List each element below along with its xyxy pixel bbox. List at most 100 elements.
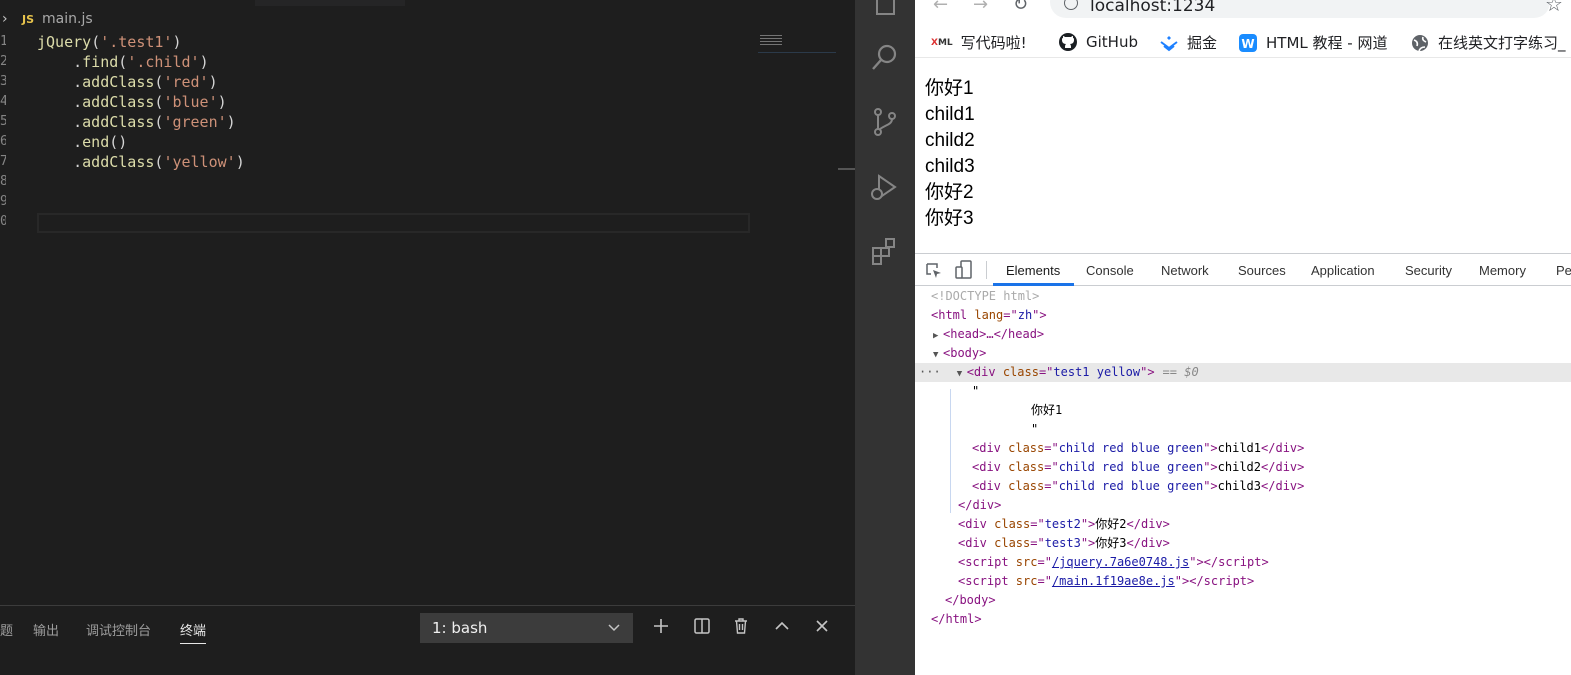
page-content: 你好1 child1 child2 child3 你好2 你好3 (925, 76, 975, 232)
code-line[interactable]: .addClass('yellow') (37, 152, 245, 172)
current-line-highlight (37, 213, 750, 233)
maximize-panel-icon[interactable] (770, 614, 794, 638)
page-text-line: 你好1 (925, 78, 974, 99)
page-text-line: child1 (925, 104, 975, 125)
tab-output[interactable]: 输出 (33, 620, 59, 639)
line-number: 0 (0, 214, 6, 229)
code-line[interactable]: .addClass('blue') (37, 92, 245, 112)
toolbar-divider (986, 261, 987, 279)
bookmark-item[interactable]: 掘金 (1159, 32, 1217, 53)
tab-network[interactable]: Network (1161, 263, 1209, 278)
activity-bar (855, 0, 915, 675)
dom-text-node[interactable]: 你好1 (915, 401, 1571, 420)
explorer-icon[interactable] (869, 0, 901, 18)
page-text-line: child2 (925, 130, 975, 151)
dom-node-head[interactable]: ▶ <head>…</head> (915, 325, 1571, 344)
split-terminal-icon[interactable] (690, 614, 714, 638)
run-debug-icon[interactable] (869, 171, 901, 203)
bookmark-label: HTML 教程 - 网道 (1266, 34, 1388, 52)
trash-icon[interactable] (729, 614, 753, 638)
globe-icon (1410, 33, 1430, 53)
dom-node-selected-div[interactable]: ··· ▼ <div class="test1 yellow"> == $0 (915, 363, 1571, 382)
dom-node-child-div[interactable]: <div class="child red blue green">child3… (915, 477, 1571, 496)
breadcrumb[interactable]: › JS main.js (0, 8, 93, 30)
terminal-select[interactable]: 1: bash (420, 613, 633, 643)
bookmarks-bar: X ML 写代码啦! GitHub 掘金 W HTML 教程 - 网道 在线英文… (915, 28, 1571, 58)
tab-sources[interactable]: Sources (1238, 263, 1286, 278)
breadcrumb-filename[interactable]: main.js (42, 11, 93, 27)
active-tab-indicator (993, 283, 1074, 286)
dom-node-div-close[interactable]: </div> (915, 496, 1571, 515)
tab-problems[interactable]: 题 (0, 620, 13, 639)
bookmark-item[interactable]: W HTML 教程 - 网道 (1238, 32, 1387, 53)
code-editor[interactable]: › JS main.js 1 2 3 4 5 6 7 8 9 0 jQuery('.test1')… (0, 0, 855, 605)
script-src-link[interactable]: /jquery.7a6e0748.js (1052, 555, 1189, 569)
dom-node-body[interactable]: ▼ <body> (915, 344, 1571, 363)
line-number: 6 (0, 134, 6, 149)
inspect-element-icon[interactable] (925, 262, 943, 284)
dom-text-quote: " (1031, 422, 1039, 436)
code-line[interactable]: .find('.child') (37, 52, 245, 72)
forward-icon[interactable]: → (973, 0, 988, 15)
page-text-line: child3 (925, 156, 975, 177)
bookmark-item[interactable]: GitHub (1058, 32, 1138, 52)
tab-elements[interactable]: Elements (1006, 263, 1060, 278)
tree-guide-line (950, 389, 951, 513)
dom-node-script[interactable]: <script src="/main.1f19ae8e.js"></script… (915, 572, 1571, 591)
line-number: 4 (0, 94, 6, 109)
code-area[interactable]: jQuery('.test1') .find('.child') .addCla… (37, 32, 245, 172)
address-bar-row: ← → ↻ localhost:1234 ☆ (915, 0, 1571, 20)
device-toolbar-icon[interactable] (955, 260, 973, 284)
dom-node-script[interactable]: <script src="/jquery.7a6e0748.js"></scri… (915, 553, 1571, 572)
close-icon[interactable] (810, 614, 834, 638)
minimap[interactable] (758, 33, 836, 53)
bookmark-label: 掘金 (1187, 34, 1218, 52)
editor-scrollbar[interactable] (838, 0, 855, 605)
code-line[interactable]: .addClass('red') (37, 72, 245, 92)
new-terminal-icon[interactable] (649, 614, 673, 638)
dom-node-sibling-div[interactable]: <div class="test3">你好3</div> (915, 534, 1571, 553)
line-number: 3 (0, 74, 6, 89)
back-icon[interactable]: ← (933, 0, 948, 15)
tab-performance[interactable]: Pe (1556, 263, 1571, 278)
dom-node-html[interactable]: <html lang="zh"> (915, 306, 1571, 325)
extensions-icon[interactable] (869, 236, 901, 268)
chevron-down-icon (607, 613, 621, 654)
site-info-icon[interactable] (1064, 0, 1078, 10)
bookmark-label: 写代码啦! (960, 34, 1027, 52)
juejin-icon (1159, 34, 1179, 52)
dom-node-child-div[interactable]: <div class="child red blue green">child1… (915, 439, 1571, 458)
bookmark-item[interactable]: X ML 写代码啦! (931, 32, 1027, 53)
dom-tree[interactable]: <!DOCTYPE html> <html lang="zh"> ▶ <head>… (915, 287, 1571, 629)
code-line[interactable]: .addClass('green') (37, 112, 245, 132)
bookmark-item[interactable]: 在线英文打字练习_ (1410, 32, 1566, 53)
tab-memory[interactable]: Memory (1479, 263, 1526, 278)
code-line[interactable]: .end() (37, 132, 245, 152)
line-number: 5 (0, 114, 6, 129)
tab-application[interactable]: Application (1311, 263, 1375, 278)
dom-node-child-div[interactable]: <div class="child red blue green">child2… (915, 458, 1571, 477)
tab-console[interactable]: Console (1086, 263, 1134, 278)
dom-node-doctype[interactable]: <!DOCTYPE html> (915, 287, 1571, 306)
more-options-icon[interactable]: ··· (919, 365, 941, 379)
script-src-link[interactable]: /main.1f19ae8e.js (1052, 574, 1175, 588)
dom-node-body-close[interactable]: </body> (915, 591, 1571, 610)
chevron-right-icon[interactable]: › (0, 11, 16, 27)
line-number: 9 (0, 194, 6, 209)
source-control-icon[interactable] (869, 106, 901, 138)
url-text: localhost:1234 (1090, 0, 1216, 16)
url-input[interactable]: localhost:1234 (1050, 0, 1550, 18)
tab-security[interactable]: Security (1405, 263, 1452, 278)
dom-node-sibling-div[interactable]: <div class="test2">你好2</div> (915, 515, 1571, 534)
reload-icon[interactable]: ↻ (1013, 0, 1028, 15)
tab-debug-console[interactable]: 调试控制台 (86, 620, 151, 639)
line-number-gutter: 1 2 3 4 5 6 7 8 9 0 (0, 32, 14, 232)
xml-icon: X ML (931, 37, 953, 48)
bookmark-star-icon[interactable]: ☆ (1545, 0, 1563, 16)
dom-node-html-close[interactable]: </html> (915, 610, 1571, 629)
line-number: 7 (0, 154, 6, 169)
code-line[interactable]: jQuery('.test1') (37, 32, 245, 52)
search-icon[interactable] (869, 41, 901, 73)
tab-terminal[interactable]: 终端 (180, 620, 207, 644)
line-number: 8 (0, 174, 6, 189)
